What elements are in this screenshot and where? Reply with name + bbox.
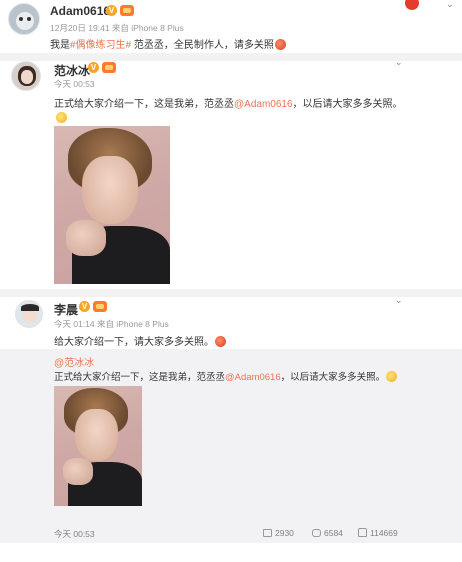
mention-link[interactable]: @Adam0616 bbox=[225, 372, 281, 383]
hashtag-link[interactable]: #偶像练习生# bbox=[70, 40, 131, 51]
username[interactable]: Adam0616 bbox=[50, 4, 110, 18]
chevron-down-icon[interactable]: ⌄ bbox=[395, 295, 405, 305]
post-meta: 今天 00:53 bbox=[54, 79, 95, 89]
repost-photo[interactable] bbox=[54, 386, 142, 506]
text-prefix: 我是 bbox=[50, 40, 70, 51]
avatar[interactable] bbox=[11, 61, 41, 91]
text-suffix: ，以后请大家多多关照。 bbox=[292, 99, 403, 110]
username[interactable]: 李晨 bbox=[54, 301, 78, 318]
verified-badge-icon: V bbox=[88, 62, 99, 73]
chevron-down-icon[interactable]: ⌄ bbox=[446, 0, 456, 9]
mention-link[interactable]: @Adam0616 bbox=[234, 99, 293, 110]
username[interactable]: 范冰冰 bbox=[54, 62, 90, 79]
emoji-icon bbox=[56, 112, 67, 123]
post-meta: 12月20日 19:41 来自 iPhone 8 Plus bbox=[50, 23, 184, 33]
post-text-content: 给大家介绍一下，请大家多多关照。 bbox=[54, 337, 214, 348]
repost-author-link[interactable]: @范冰冰 bbox=[54, 358, 94, 369]
repost-box[interactable]: @范冰冰 正式给大家介绍一下，这是我弟，范丞丞@Adam0616，以后请大家多多… bbox=[0, 349, 462, 543]
emoji-icon bbox=[274, 39, 286, 50]
like-count[interactable]: 114669 bbox=[358, 528, 398, 538]
verified-badge-icon: V bbox=[106, 5, 117, 16]
repost-text: 正式给大家介绍一下，这是我弟，范丞丞@Adam0616，以后请大家多多关照。 bbox=[54, 369, 398, 383]
like-count-value: 114669 bbox=[370, 528, 398, 538]
avatar[interactable] bbox=[15, 300, 43, 328]
verified-badge-icon: V bbox=[79, 301, 90, 312]
post-text: 正式给大家介绍一下，这是我弟，范丞丞@Adam0616，以后请大家多多关照。 bbox=[54, 95, 403, 110]
text-prefix: 正式给大家介绍一下，这是我弟，范丞丞 bbox=[54, 372, 226, 383]
post-adam0616: Adam0616 V ⌄ 12月20日 19:41 来自 iPhone 8 Pl… bbox=[0, 0, 462, 52]
repost-count-value: 2930 bbox=[275, 528, 294, 538]
post-meta: 今天 01:14 来自 iPhone 8 Plus bbox=[54, 319, 169, 329]
post-text: 给大家介绍一下，请大家多多关照。 bbox=[54, 333, 226, 348]
comment-icon bbox=[312, 529, 321, 537]
avatar[interactable] bbox=[8, 3, 40, 35]
text-suffix: ，以后请大家多多关照。 bbox=[280, 372, 386, 383]
emoji-icon bbox=[215, 336, 226, 347]
level-badge-icon bbox=[93, 301, 107, 312]
like-icon bbox=[358, 528, 367, 537]
level-badge-icon bbox=[120, 5, 134, 16]
repost-time: 今天 00:53 bbox=[54, 529, 95, 539]
repost-icon bbox=[263, 529, 272, 537]
post-lichen: 李晨 V ⌄ 今天 01:14 来自 iPhone 8 Plus 给大家介绍一下… bbox=[0, 295, 462, 562]
repost-author: @范冰冰 bbox=[54, 354, 94, 369]
post-photo[interactable] bbox=[54, 126, 170, 284]
post-fanbingbing: 范冰冰 V ⌄ 今天 00:53 正式给大家介绍一下，这是我弟，范丞丞@Adam… bbox=[0, 57, 462, 288]
emoji-icon bbox=[386, 371, 398, 382]
chevron-down-icon[interactable]: ⌄ bbox=[395, 57, 405, 67]
text-prefix: 正式给大家介绍一下，这是我弟，范丞丞 bbox=[54, 99, 234, 110]
comment-count[interactable]: 6584 bbox=[312, 528, 343, 538]
divider bbox=[0, 53, 462, 61]
divider bbox=[0, 289, 462, 297]
comment-count-value: 6584 bbox=[324, 528, 343, 538]
repost-count[interactable]: 2930 bbox=[263, 528, 294, 538]
decoration-icon bbox=[405, 0, 419, 10]
post-text: 我是#偶像练习生# 范丞丞，全民制作人，请多关照 bbox=[50, 36, 286, 51]
text-suffix: 范丞丞，全民制作人，请多关照 bbox=[131, 40, 274, 51]
level-badge-icon bbox=[102, 62, 116, 73]
